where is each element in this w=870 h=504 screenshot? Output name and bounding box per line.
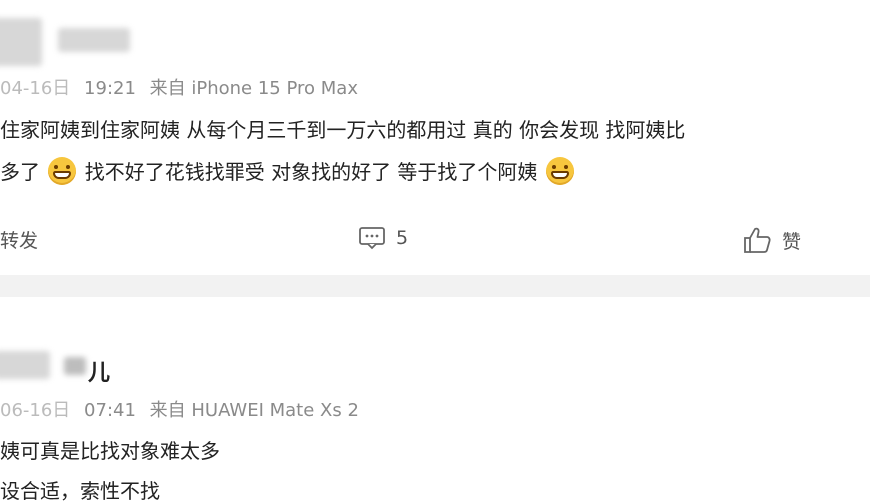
comment-button[interactable]: 5 (358, 226, 408, 250)
grin-emoji-icon (545, 157, 574, 185)
username-suffix[interactable]: 儿 (88, 355, 110, 387)
comment-time: 19:21 (84, 78, 136, 99)
comment-card: 儿 06-16日 07:41 来自 HUAWEI Mate Xs 2 姨可真是比… (0, 297, 870, 503)
comment-text-line-1: 姨可真是比找对象难太多 (0, 439, 220, 463)
avatar-blurred (0, 18, 42, 66)
comment-count: 5 (396, 227, 409, 249)
thumbs-up-icon (742, 226, 772, 254)
comment-date: 06-16日 (0, 400, 71, 421)
comment-date: 04-16日 (0, 78, 71, 99)
username-blurred (58, 28, 130, 52)
comment-meta: 06-16日 07:41 来自 HUAWEI Mate Xs 2 (0, 396, 367, 422)
comment-text-line-2: 设合适，索性不找 (0, 479, 160, 503)
comment-text-line-2: 多了 找不好了花钱找罪受 对象找的好了 等于找了个阿姨 (0, 156, 576, 185)
like-button[interactable]: 赞 (742, 226, 801, 254)
comment-source: 来自 HUAWEI Mate Xs 2 (149, 400, 359, 421)
repost-button[interactable]: 转发 (0, 226, 38, 253)
comment-text-line-1: 住家阿姨到住家阿姨 从每个月三千到一万六的都用过 真的 你会发现 找阿姨比 (0, 118, 686, 142)
comment-separator (0, 275, 870, 297)
comment-actions: 转发 5 赞 (0, 222, 870, 262)
comment-meta: 04-16日 19:21 来自 iPhone 15 Pro Max (0, 74, 366, 100)
comment-card: 04-16日 19:21 来自 iPhone 15 Pro Max 住家阿姨到住… (0, 0, 870, 275)
username-blurred (64, 357, 86, 375)
avatar-blurred (0, 351, 50, 379)
comment-source: 来自 iPhone 15 Pro Max (149, 78, 358, 99)
comment-time: 07:41 (84, 400, 136, 421)
grin-emoji-icon (48, 157, 77, 185)
comment-icon (358, 226, 386, 250)
